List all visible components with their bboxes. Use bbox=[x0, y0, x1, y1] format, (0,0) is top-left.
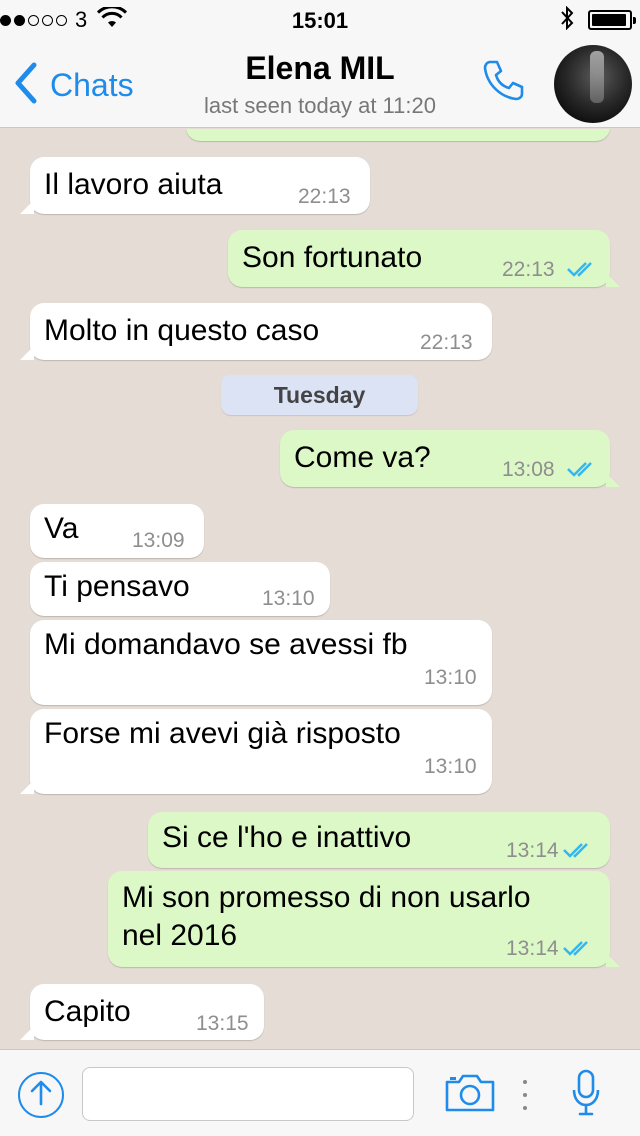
microphone-icon bbox=[571, 1068, 601, 1123]
battery-fill bbox=[592, 14, 627, 26]
message-time: 13:10 bbox=[424, 755, 477, 778]
arrow-up-circle-icon bbox=[29, 1079, 53, 1112]
message-text: Si ce l'ho e inattivo bbox=[162, 821, 412, 854]
camera-icon bbox=[444, 1072, 496, 1119]
message-time: 13:09 bbox=[132, 529, 185, 552]
message-text: Va bbox=[44, 512, 79, 545]
message-bubble-incoming[interactable]: Mi domandavo se avessi fb 13:10 bbox=[30, 620, 492, 705]
separator-dots bbox=[520, 1080, 530, 1110]
message-bubble-outgoing[interactable]: Come va? 13:08 bbox=[280, 430, 620, 487]
message-text: Capito bbox=[44, 995, 131, 1028]
message-bubble-outgoing[interactable]: Mi son promesso di non usarlo nel 2016 1… bbox=[108, 871, 620, 967]
status-right bbox=[560, 5, 636, 35]
message-bubble-outgoing[interactable]: Son fortunato 22:13 bbox=[228, 230, 620, 287]
message-text: Ti pensavo bbox=[44, 570, 190, 603]
message-text-line-2: nel 2016 bbox=[122, 919, 238, 952]
message-list[interactable]: Il lavoro aiuta 22:13 Son fortunato 22:1… bbox=[0, 129, 640, 1049]
message-time: 13:10 bbox=[262, 587, 315, 610]
message-bubble-incoming[interactable]: Molto in questo caso 22:13 bbox=[20, 303, 492, 360]
message-bubble-incoming[interactable]: Capito 13:15 bbox=[20, 984, 264, 1040]
message-input[interactable] bbox=[82, 1067, 414, 1121]
chevron-left-icon bbox=[14, 62, 38, 109]
double-check-icon bbox=[562, 939, 594, 962]
composer-bar bbox=[0, 1049, 640, 1136]
message-text: Son fortunato bbox=[242, 241, 423, 274]
message-text: Mi domandavo se avessi fb bbox=[44, 628, 408, 661]
bluetooth-icon bbox=[560, 5, 574, 35]
message-text: Molto in questo caso bbox=[44, 314, 320, 347]
contact-name: Elena MIL bbox=[245, 50, 395, 86]
message-bubble-incoming[interactable]: Va 13:09 bbox=[30, 504, 204, 558]
message-time: 22:13 bbox=[298, 185, 351, 208]
double-check-icon bbox=[566, 260, 598, 283]
phone-icon bbox=[481, 57, 527, 108]
last-seen-status: last seen today at 11:20 bbox=[204, 93, 436, 118]
message-time: 13:14 bbox=[506, 937, 559, 960]
message-time: 13:10 bbox=[424, 666, 477, 689]
back-button[interactable]: Chats bbox=[14, 62, 134, 109]
message-text: Come va? bbox=[294, 441, 431, 474]
conversation-header: Chats Elena MIL last seen today at 11:20 bbox=[0, 40, 640, 128]
message-bubble-partial bbox=[186, 129, 610, 141]
double-check-icon bbox=[562, 841, 594, 864]
message-bubble-outgoing[interactable]: Si ce l'ho e inattivo 13:14 bbox=[148, 812, 610, 868]
back-label: Chats bbox=[50, 67, 134, 103]
message-time: 22:13 bbox=[420, 331, 473, 354]
message-time: 13:08 bbox=[502, 458, 555, 481]
message-text: Il lavoro aiuta bbox=[44, 168, 223, 201]
message-bubble-incoming[interactable]: Il lavoro aiuta 22:13 bbox=[20, 157, 370, 214]
message-text-line-1: Mi son promesso di non usarlo bbox=[122, 881, 531, 914]
contact-info[interactable]: Elena MIL last seen today at 11:20 bbox=[170, 50, 470, 119]
status-bar: 3 15:01 bbox=[0, 0, 640, 40]
message-bubble-incoming[interactable]: Forse mi avevi già risposto 13:10 bbox=[20, 709, 492, 794]
day-separator: Tuesday bbox=[221, 375, 418, 415]
battery-icon bbox=[588, 10, 636, 30]
call-button[interactable] bbox=[478, 56, 530, 108]
attach-button[interactable] bbox=[18, 1072, 64, 1118]
clock: 15:01 bbox=[291, 8, 349, 33]
voice-record-button[interactable] bbox=[566, 1068, 606, 1122]
contact-avatar[interactable] bbox=[554, 45, 632, 123]
message-time: 22:13 bbox=[502, 258, 555, 281]
message-bubble-incoming[interactable]: Ti pensavo 13:10 bbox=[30, 562, 330, 616]
message-time: 13:14 bbox=[506, 839, 559, 862]
message-time: 13:15 bbox=[196, 1012, 249, 1035]
double-check-icon bbox=[566, 460, 598, 483]
camera-button[interactable] bbox=[444, 1072, 496, 1118]
message-text: Forse mi avevi già risposto bbox=[44, 717, 401, 750]
